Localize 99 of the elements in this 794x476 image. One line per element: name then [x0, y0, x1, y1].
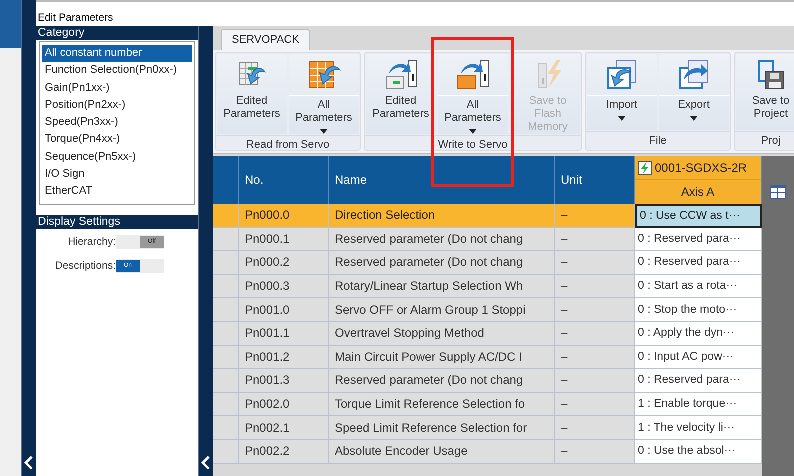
table-row[interactable]: Pn001.2 Main Circuit Power Supply AC/DC I – 0 : Input AC pow··· — [213, 346, 762, 370]
category-item[interactable]: Torque(Pn4xx-) — [42, 131, 192, 149]
table-cell: Pn000.3 — [239, 274, 329, 298]
table-cell: – — [555, 204, 635, 228]
import-icon — [605, 58, 639, 92]
value-cell[interactable]: 0 : Apply the dyn··· — [635, 322, 762, 346]
value-cell[interactable]: 0 : Reserved para··· — [635, 251, 762, 275]
value-cell[interactable]: 0 : Use CCW as t··· — [635, 204, 762, 228]
caret-icon — [690, 116, 698, 121]
caret-icon — [469, 129, 477, 134]
table-cell: – — [555, 416, 635, 440]
category-item[interactable]: Sequence(Pn5xx-) — [42, 148, 192, 166]
table-cell: Pn001.2 — [239, 346, 329, 370]
lightning-icon — [638, 160, 652, 174]
table-row[interactable]: Pn002.2 Absolute Encoder Usage – 0 : Use the absol··· — [213, 440, 762, 464]
table-cell: Pn001.1 — [239, 322, 329, 346]
caret-icon — [320, 129, 328, 134]
toggle-label: Descriptions: — [54, 260, 116, 272]
group-label: Write to Servo — [365, 135, 581, 154]
column-header: No. — [239, 156, 329, 204]
table-cell: Speed Limit Reference Selection for — [329, 416, 555, 440]
table-cell: – — [555, 346, 635, 370]
table-cell: Pn000.0 — [239, 204, 329, 228]
table-row[interactable]: Pn000.1 Reserved parameter (Do not chang – 0 : Reserved para··· — [213, 228, 762, 252]
chevron-left-icon[interactable] — [201, 456, 211, 470]
value-cell[interactable]: 0 : Input AC pow··· — [635, 346, 762, 370]
category-item[interactable]: I/O Sign — [42, 166, 192, 184]
ribbon-button[interactable]: Import — [587, 54, 657, 130]
table-row[interactable]: Pn000.0 Direction Selection – 0 : Use CCW as t··· — [213, 204, 762, 228]
table-cell: Reserved parameter (Do not chang — [329, 369, 555, 393]
display-settings-header: Display Settings — [36, 215, 198, 229]
category-item[interactable]: Function Selection(Pn0xx-) — [42, 62, 192, 80]
table-cell: – — [555, 369, 635, 393]
table-row[interactable]: Pn000.3 Rotary/Linear Startup Selection Wh – 0 : Start as a rota··· — [213, 274, 762, 298]
table-cell: – — [555, 228, 635, 252]
device-name: 0001-SGDXS-2R — [655, 160, 748, 174]
table-row[interactable]: Pn001.0 Servo OFF or Alarm Group 1 Stoppi – 0 : Stop the moto··· — [213, 298, 762, 322]
table-cell: – — [555, 274, 635, 298]
group-label: Proj — [735, 131, 794, 150]
value-cell[interactable]: 1 : Enable torque··· — [635, 392, 762, 416]
table-row[interactable]: Pn002.0 Torque Limit Reference Selection fo – 1 : Enable torque··· — [213, 392, 762, 416]
ribbon-button[interactable]: Edited Parameters — [366, 54, 436, 134]
table-cell: Pn000.1 — [239, 228, 329, 252]
category-item[interactable]: EtherCAT — [42, 183, 192, 201]
table-row[interactable]: Pn000.2 Reserved parameter (Do not chang – 0 : Reserved para··· — [213, 251, 762, 275]
category-item[interactable]: Speed(Pn3xx-) — [42, 114, 192, 132]
table-cell: Pn002.0 — [239, 392, 329, 416]
ribbon-button[interactable]: All Parameters — [438, 54, 508, 134]
ribbon-tab[interactable]: SERVOPACK — [221, 29, 310, 50]
table-cell: Reserved parameter (Do not chang — [329, 228, 555, 252]
table-cell: Servo OFF or Alarm Group 1 Stoppi — [329, 298, 555, 322]
value-cell[interactable]: 0 : Use the absol··· — [635, 440, 762, 464]
chevron-left-icon[interactable] — [24, 456, 34, 470]
column-header: Unit — [555, 156, 635, 204]
caret-icon — [618, 116, 626, 121]
table-cell: Rotary/Linear Startup Selection Wh — [329, 274, 555, 298]
table-cell: Absolute Encoder Usage — [329, 440, 555, 464]
value-cell[interactable]: 1 : The velocity li··· — [635, 416, 762, 440]
table-cell: Overtravel Stopping Method — [329, 322, 555, 346]
table-cell: Pn002.2 — [239, 440, 329, 464]
table-cell: – — [555, 251, 635, 275]
table-cell: Reserved parameter (Do not chang — [329, 251, 555, 275]
table-cell: Main Circuit Power Supply AC/DC I — [329, 346, 555, 370]
toggle-label: Hierarchy: — [67, 236, 116, 248]
column-header — [213, 156, 239, 204]
upload-drive-icon — [456, 58, 490, 92]
table-cell: Pn001.3 — [239, 369, 329, 393]
group-label: Read from Servo — [216, 135, 360, 154]
table-row[interactable]: Pn001.1 Overtravel Stopping Method – 0 : Apply the dyn··· — [213, 322, 762, 346]
value-cell[interactable]: 0 : Reserved para··· — [635, 228, 762, 252]
table-row[interactable]: Pn001.3 Reserved parameter (Do not chang – 0 : Reserved para··· — [213, 369, 762, 393]
value-cell[interactable]: 0 : Stop the moto··· — [635, 298, 762, 322]
value-cell[interactable]: 0 : Reserved para··· — [635, 369, 762, 393]
group-label: File — [586, 131, 730, 150]
table-cell: Pn001.0 — [239, 298, 329, 322]
axis-label: Axis A — [680, 184, 716, 201]
value-cell[interactable]: 0 : Start as a rota··· — [635, 274, 762, 298]
table-cell: Pn002.1 — [239, 416, 329, 440]
column-header: Name — [329, 156, 555, 204]
table-row[interactable]: Pn002.1 Speed Limit Reference Selection for – 1 : The velocity li··· — [213, 416, 762, 440]
table-cell: – — [555, 298, 635, 322]
table-cell: Torque Limit Reference Selection fo — [329, 392, 555, 416]
category-header: Category — [36, 26, 198, 40]
table-cell: – — [555, 322, 635, 346]
category-item[interactable]: Position(Pn2xx-) — [42, 96, 192, 114]
upload-drive-icon — [384, 58, 418, 92]
export-icon — [677, 58, 711, 92]
table-cell: – — [555, 440, 635, 464]
ribbon-button[interactable]: All Parameters — [289, 54, 359, 134]
ribbon-button[interactable]: Edited Parameters — [217, 54, 287, 134]
table-cell: Pn000.2 — [239, 251, 329, 275]
ribbon-button[interactable]: Save to Project — [736, 54, 794, 130]
table-cell: Direction Selection — [329, 204, 555, 228]
table-cell: – — [555, 392, 635, 416]
ribbon-button[interactable]: Export — [659, 54, 729, 130]
category-item[interactable]: All constant number — [42, 45, 192, 62]
header-band — [0, 0, 21, 48]
table-icon[interactable] — [770, 185, 786, 199]
category-item[interactable]: Gain(Pn1xx-) — [42, 80, 192, 97]
